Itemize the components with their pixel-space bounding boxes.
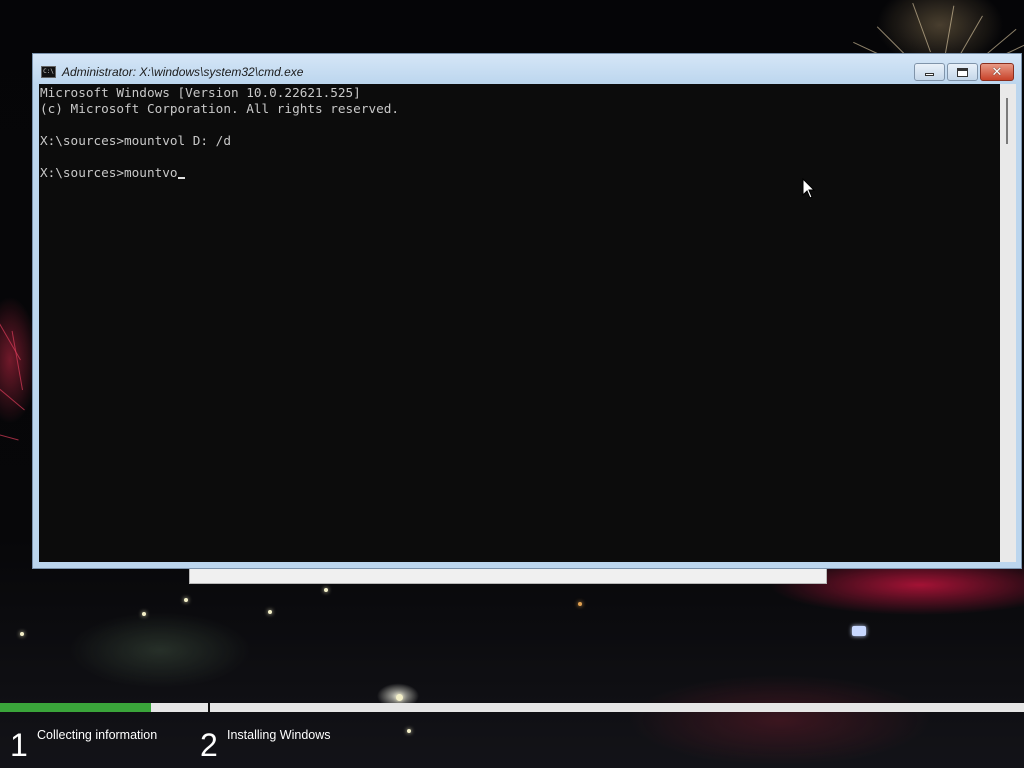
close-button[interactable]: ✕ [980, 63, 1014, 81]
console-line: X:\sources>mountvol D: /d [40, 133, 231, 148]
console-icon[interactable]: C:\ [41, 66, 56, 78]
progress-fill [0, 703, 151, 712]
title-bar[interactable]: C:\ Administrator: X:\windows\system32\c… [33, 54, 1021, 84]
minimize-button[interactable] [914, 63, 945, 81]
scrollbar-thumb[interactable] [1006, 98, 1008, 144]
console-output[interactable]: Microsoft Windows [Version 10.0.22621.52… [39, 84, 1000, 562]
step-label: Collecting information [37, 728, 158, 742]
window-title: Administrator: X:\windows\system32\cmd.e… [62, 65, 304, 79]
setup-progress-bar [0, 703, 1024, 712]
console-line: Microsoft Windows [Version 10.0.22621.52… [40, 85, 361, 100]
console-line: (c) Microsoft Corporation. All rights re… [40, 101, 400, 116]
step-number: 2 [200, 727, 218, 763]
vertical-scrollbar[interactable] [1000, 84, 1016, 562]
cmd-window[interactable]: C:\ Administrator: X:\windows\system32\c… [32, 53, 1022, 569]
mouse-pointer-icon [802, 178, 816, 199]
close-icon: ✕ [991, 64, 1003, 80]
text-cursor [177, 177, 185, 179]
maximize-icon [957, 67, 968, 77]
progress-step-divider [208, 703, 210, 712]
maximize-button[interactable] [947, 63, 978, 81]
minimize-icon [925, 73, 934, 76]
console-prompt-line[interactable]: X:\sources>mountvo [40, 165, 185, 181]
console-input[interactable]: X:\sources>mountvo [40, 165, 178, 180]
step-label: Installing Windows [227, 728, 331, 742]
setup-dialog-edge [189, 569, 827, 584]
step-number: 1 [10, 727, 28, 763]
